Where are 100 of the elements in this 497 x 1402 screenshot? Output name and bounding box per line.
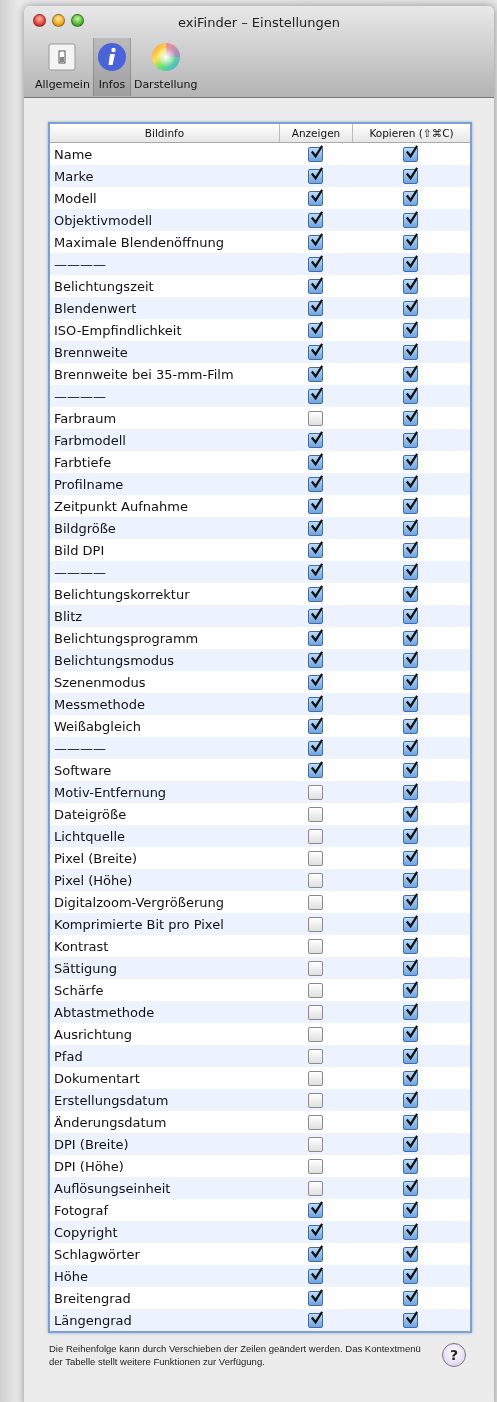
column-header[interactable]: Anzeigen xyxy=(279,124,352,142)
checkbox[interactable] xyxy=(403,1246,418,1262)
toolbar-tab[interactable]: Allgemein xyxy=(32,38,93,96)
checkbox[interactable] xyxy=(403,1048,418,1064)
checkbox[interactable] xyxy=(307,1070,323,1086)
checkbox[interactable] xyxy=(307,1246,323,1262)
checkbox[interactable] xyxy=(403,366,418,382)
checkbox[interactable] xyxy=(307,828,323,844)
checkbox[interactable] xyxy=(403,1004,418,1020)
checkbox[interactable] xyxy=(307,454,323,470)
checkbox[interactable] xyxy=(307,718,323,734)
checkbox[interactable] xyxy=(307,476,323,492)
checkbox[interactable] xyxy=(307,432,323,448)
checkbox[interactable] xyxy=(307,850,323,866)
checkbox[interactable] xyxy=(307,256,323,272)
checkbox[interactable] xyxy=(403,982,418,998)
checkbox[interactable] xyxy=(403,652,418,668)
checkbox[interactable] xyxy=(403,476,418,492)
checkbox[interactable] xyxy=(307,982,323,998)
checkbox[interactable] xyxy=(403,1268,418,1284)
checkbox[interactable] xyxy=(307,608,323,624)
checkbox[interactable] xyxy=(307,520,323,536)
checkbox[interactable] xyxy=(307,1048,323,1064)
checkbox[interactable] xyxy=(307,344,323,360)
checkbox[interactable] xyxy=(307,872,323,888)
checkbox[interactable] xyxy=(307,1224,323,1240)
checkbox[interactable] xyxy=(403,630,418,646)
checkbox[interactable] xyxy=(403,696,418,712)
checkbox[interactable] xyxy=(307,168,323,184)
checkbox[interactable] xyxy=(307,278,323,294)
checkbox[interactable] xyxy=(403,784,418,800)
checkbox[interactable] xyxy=(307,1268,323,1284)
checkbox[interactable] xyxy=(307,740,323,756)
checkbox[interactable] xyxy=(307,1158,323,1174)
checkbox[interactable] xyxy=(403,234,418,250)
checkbox[interactable] xyxy=(403,762,418,778)
column-header[interactable]: Bildinfo xyxy=(50,124,279,142)
checkbox[interactable] xyxy=(307,146,323,162)
checkbox[interactable] xyxy=(403,1070,418,1086)
close-button[interactable] xyxy=(33,14,46,27)
checkbox[interactable] xyxy=(307,674,323,690)
help-button[interactable]: ? xyxy=(442,1343,466,1367)
checkbox[interactable] xyxy=(403,850,418,866)
checkbox[interactable] xyxy=(307,1136,323,1152)
checkbox[interactable] xyxy=(403,1290,418,1306)
checkbox[interactable] xyxy=(307,410,323,426)
checkbox[interactable] xyxy=(307,806,323,822)
checkbox[interactable] xyxy=(307,762,323,778)
checkbox[interactable] xyxy=(403,1092,418,1108)
checkbox[interactable] xyxy=(307,1114,323,1130)
checkbox[interactable] xyxy=(403,1114,418,1130)
checkbox[interactable] xyxy=(307,1092,323,1108)
checkbox[interactable] xyxy=(307,366,323,382)
checkbox[interactable] xyxy=(403,740,418,756)
checkbox[interactable] xyxy=(403,586,418,602)
checkbox[interactable] xyxy=(403,806,418,822)
checkbox[interactable] xyxy=(403,872,418,888)
checkbox[interactable] xyxy=(403,300,418,316)
column-header[interactable]: Kopieren (⇧⌘C) xyxy=(352,124,470,142)
checkbox[interactable] xyxy=(403,388,418,404)
checkbox[interactable] xyxy=(403,454,418,470)
checkbox[interactable] xyxy=(307,1202,323,1218)
checkbox[interactable] xyxy=(403,432,418,448)
checkbox[interactable] xyxy=(403,960,418,976)
checkbox[interactable] xyxy=(403,212,418,228)
checkbox[interactable] xyxy=(403,1026,418,1042)
checkbox[interactable] xyxy=(403,1136,418,1152)
minimize-button[interactable] xyxy=(52,14,65,27)
checkbox[interactable] xyxy=(307,916,323,932)
toolbar-tab[interactable]: Darstellung xyxy=(130,38,201,96)
checkbox[interactable] xyxy=(307,388,323,404)
checkbox[interactable] xyxy=(403,146,418,162)
checkbox[interactable] xyxy=(403,410,418,426)
checkbox[interactable] xyxy=(403,674,418,690)
checkbox[interactable] xyxy=(307,564,323,580)
checkbox[interactable] xyxy=(307,652,323,668)
checkbox[interactable] xyxy=(403,1224,418,1240)
checkbox[interactable] xyxy=(307,212,323,228)
checkbox[interactable] xyxy=(403,938,418,954)
checkbox[interactable] xyxy=(307,586,323,602)
checkbox[interactable] xyxy=(307,938,323,954)
checkbox[interactable] xyxy=(307,498,323,514)
toolbar-tab[interactable]: Infos xyxy=(92,38,131,96)
checkbox[interactable] xyxy=(307,1312,323,1328)
checkbox[interactable] xyxy=(403,1180,418,1196)
checkbox[interactable] xyxy=(307,696,323,712)
checkbox[interactable] xyxy=(307,1004,323,1020)
checkbox[interactable] xyxy=(403,718,418,734)
checkbox[interactable] xyxy=(403,344,418,360)
checkbox[interactable] xyxy=(307,300,323,316)
checkbox[interactable] xyxy=(307,542,323,558)
checkbox[interactable] xyxy=(307,1290,323,1306)
checkbox[interactable] xyxy=(307,234,323,250)
checkbox[interactable] xyxy=(403,190,418,206)
checkbox[interactable] xyxy=(403,608,418,624)
checkbox[interactable] xyxy=(307,190,323,206)
checkbox[interactable] xyxy=(403,256,418,272)
checkbox[interactable] xyxy=(307,784,323,800)
checkbox[interactable] xyxy=(403,1202,418,1218)
checkbox[interactable] xyxy=(403,1158,418,1174)
